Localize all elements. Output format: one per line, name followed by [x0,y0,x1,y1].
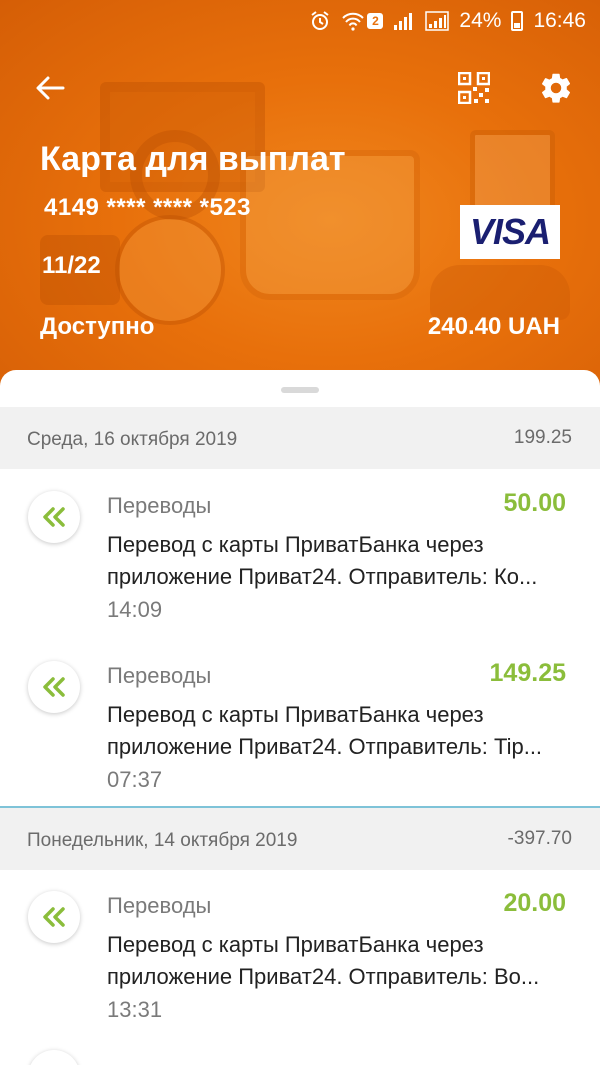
background-ball-illustration [115,215,225,325]
day-sum: -397.70 [507,828,572,849]
incoming-transfer-icon [28,1050,80,1065]
sim-badge: 2 [367,13,384,29]
back-arrow-icon [36,76,65,100]
transaction-time: 14:09 [107,597,163,622]
incoming-transfer-icon [28,891,80,943]
incoming-transfer-icon [28,491,80,543]
signal-2-icon [425,11,450,31]
battery-icon [511,11,524,31]
wifi-icon [341,11,365,31]
transaction-description-line: приложение Приват24. Отправитель: Во... [107,964,540,989]
background-shoe-illustration [430,265,570,320]
transaction-description-line: Перевод с карты ПриватБанка через [107,932,484,957]
incoming-transfer-icon [28,661,80,713]
day-header: Понедельник, 14 октября 2019 -397.70 [0,808,600,870]
alarm-icon [309,10,331,32]
card-title: Карта для выплат [40,140,346,178]
transaction-category: Переводы [107,893,212,918]
settings-button[interactable] [534,66,578,110]
qr-code-icon [458,72,490,104]
top-app-bar [0,60,600,116]
transaction-row[interactable]: Переводы 149.25 Перевод с карты ПриватБа… [0,645,600,805]
transaction-description: Перевод с карты ПриватБанка через прилож… [107,699,567,763]
transaction-category: Переводы [107,663,212,688]
transaction-description-line: приложение Приват24. Отправитель: Tip... [107,734,543,759]
visa-logo: VISA [460,205,560,259]
card-number: 4149 **** **** *523 [44,194,251,221]
transactions-sheet[interactable]: Среда, 16 октября 2019 199.25 Переводы 5… [0,370,600,1065]
signal-icon [393,11,415,31]
battery-percent: 24% [459,9,502,32]
day-date: Среда, 16 октября 2019 [27,429,238,450]
transaction-time: 07:37 [107,767,163,792]
available-label: Доступно [40,313,155,340]
transaction-row[interactable]: Переводы 50.00 Перевод с карты ПриватБан… [0,475,600,635]
transaction-row[interactable]: Переводы 20.00 Перевод с карты ПриватБан… [0,875,600,1035]
card-expiry: 11/22 [42,252,101,279]
drag-handle[interactable] [281,387,319,393]
transaction-time: 13:31 [107,997,163,1022]
transaction-amount: 149.25 [489,659,566,687]
transaction-description: Перевод с карты ПриватБанка через прилож… [107,929,567,993]
day-date: Понедельник, 14 октября 2019 [27,830,298,851]
day-header: Среда, 16 октября 2019 199.25 [0,407,600,469]
card-header: 2 24% 16:46 Карта для выплат 4149 **** *… [0,0,600,400]
status-time: 16:46 [533,9,586,32]
transaction-description-line: Перевод с карты ПриватБанка через [107,532,484,557]
transaction-category: Переводы [107,493,212,518]
status-bar: 2 24% 16:46 [0,0,600,42]
transaction-description-line: приложение Приват24. Отправитель: Ко... [107,564,538,589]
gear-icon [542,73,571,103]
transaction-description-line: Перевод с карты ПриватБанка через [107,702,484,727]
available-balance: 240.40 UAH [427,313,560,340]
back-button[interactable] [28,66,72,110]
transaction-description: Перевод с карты ПриватБанка через прилож… [107,529,567,593]
card-brand: VISA [469,211,551,252]
day-sum: 199.25 [513,427,572,448]
transaction-amount: 20.00 [503,889,566,917]
transaction-amount: 50.00 [503,489,566,517]
qr-code-button[interactable] [452,66,496,110]
